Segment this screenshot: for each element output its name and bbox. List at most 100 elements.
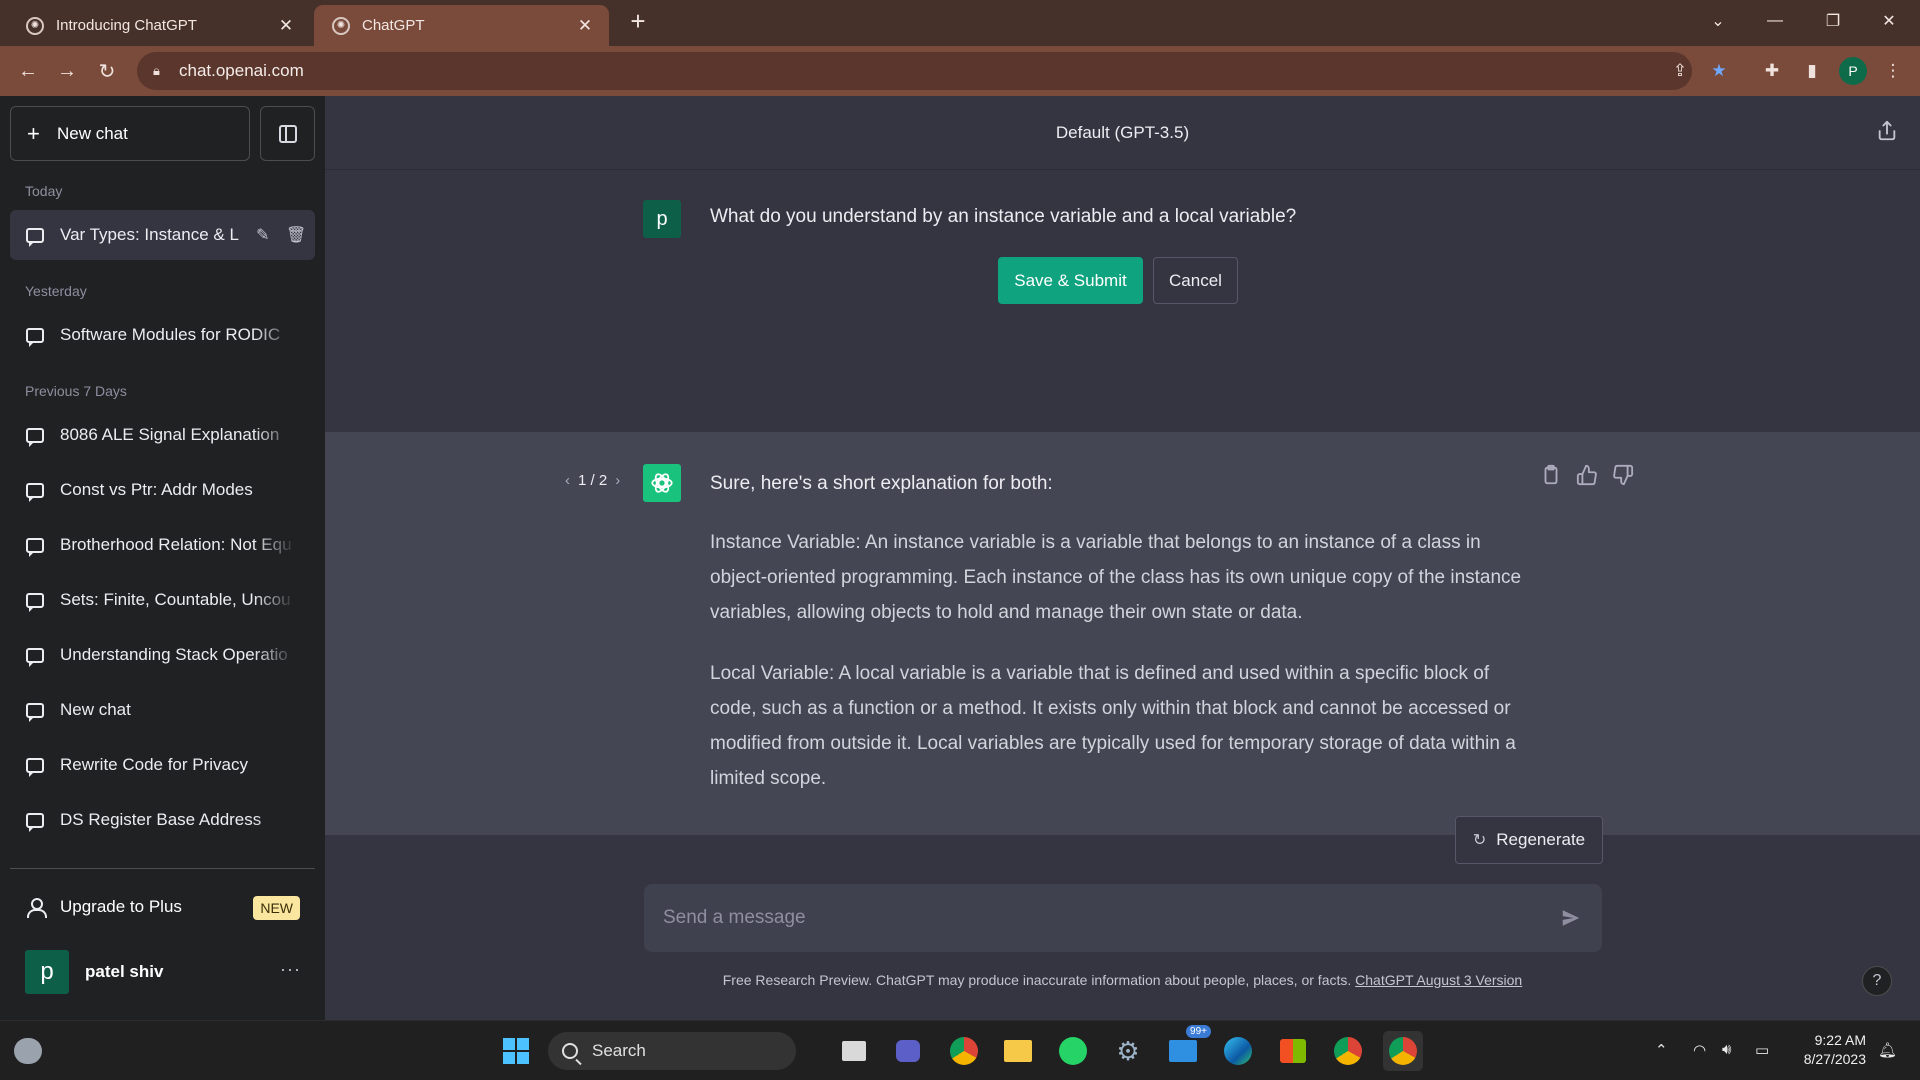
restore-icon[interactable]: ❐ <box>1810 6 1856 36</box>
chat-item[interactable]: Brotherhood Relation: Not Equ <box>10 520 315 570</box>
response-pager: ‹ 1 / 2 › <box>565 472 620 489</box>
chatgpt-logo-icon <box>643 464 681 502</box>
save-submit-button[interactable]: Save & Submit <box>998 257 1143 304</box>
forward-icon[interactable]: → <box>53 57 81 85</box>
section-label-yesterday: Yesterday <box>25 283 87 299</box>
reload-icon[interactable]: ↻ <box>93 57 121 85</box>
thumbs-down-icon[interactable] <box>1612 464 1634 486</box>
wifi-icon[interactable]: ◠ <box>1693 1041 1706 1059</box>
start-windows-icon[interactable] <box>496 1031 536 1071</box>
cancel-button[interactable]: Cancel <box>1153 257 1238 304</box>
microsoft-store-icon[interactable] <box>1273 1031 1313 1071</box>
weather-icon[interactable] <box>14 1038 42 1064</box>
answer-paragraph: Instance Variable: An instance variable … <box>710 532 1522 623</box>
close-sidebar-button[interactable] <box>260 106 315 161</box>
chrome-active-icon[interactable] <box>1383 1031 1423 1071</box>
chat-item-label: Understanding Stack Operatio <box>60 645 288 664</box>
teams-chat-icon[interactable] <box>888 1031 928 1071</box>
task-view-icon[interactable] <box>834 1031 874 1071</box>
tab-search-chevron-icon[interactable]: ⌄ <box>1695 6 1741 36</box>
avatar: p <box>643 200 681 238</box>
section-label-today: Today <box>25 183 63 199</box>
battery-icon[interactable]: ▭ <box>1755 1041 1769 1059</box>
new-tab-icon[interactable]: + <box>624 8 652 36</box>
chat-item[interactable]: DS Register Base Address <box>10 795 315 845</box>
new-chat-label: New chat <box>57 123 128 143</box>
chat-item[interactable]: 8086 ALE Signal Explanation <box>10 410 315 460</box>
share-page-icon[interactable]: ⇪ <box>1665 52 1695 90</box>
message-input[interactable] <box>663 907 1543 929</box>
upgrade-to-plus-button[interactable]: Upgrade to Plus NEW <box>10 882 315 932</box>
search-icon <box>562 1043 578 1059</box>
clock-time: 9:22 AM <box>1814 1032 1866 1048</box>
minimize-icon[interactable]: — <box>1752 6 1798 36</box>
new-badge: NEW <box>253 896 300 920</box>
user-icon <box>26 898 47 918</box>
message-actions <box>1540 464 1634 486</box>
new-chat-button[interactable]: + New chat <box>10 106 250 161</box>
user-menu-button[interactable]: p patel shiv ··· <box>10 944 315 1000</box>
trash-icon[interactable]: 🗑︎ <box>286 225 306 245</box>
regenerate-button[interactable]: ↻ Regenerate <box>1455 816 1603 864</box>
more-options-icon[interactable]: ··· <box>280 959 301 980</box>
answer-paragraph: Local Variable: A local variable is a va… <box>710 663 1516 789</box>
avatar: p <box>25 950 69 994</box>
plus-icon: + <box>27 120 40 146</box>
chevron-right-icon[interactable]: › <box>615 472 620 489</box>
address-bar[interactable]: 🔒︎ chat.openai.com ⇪ ★ <box>137 52 1727 90</box>
user-message-text[interactable]: What do you understand by an instance va… <box>710 206 1296 228</box>
chat-item[interactable]: Sets: Finite, Countable, Uncou <box>10 575 315 625</box>
chrome-icon[interactable] <box>944 1031 984 1071</box>
chat-item-label: Sets: Finite, Countable, Uncou <box>60 590 291 609</box>
version-link[interactable]: ChatGPT August 3 Version <box>1355 972 1522 988</box>
extensions-icon[interactable]: ✚ <box>1758 57 1786 85</box>
taskbar-search[interactable]: Search <box>548 1032 796 1070</box>
file-explorer-icon[interactable] <box>998 1031 1038 1071</box>
whatsapp-icon[interactable] <box>1053 1031 1093 1071</box>
chatgpt-favicon-icon: ✺ <box>332 16 350 35</box>
mail-icon[interactable]: 99+ <box>1163 1025 1211 1071</box>
chat-item-selected[interactable]: Var Types: Instance & L ✎ 🗑︎ <box>10 210 315 260</box>
back-icon[interactable]: ← <box>14 57 42 85</box>
browser-menu-icon[interactable]: ⋮ <box>1879 57 1907 85</box>
notification-bell-icon[interactable]: 🔔︎ <box>1878 1041 1897 1059</box>
chrome-profile-icon[interactable] <box>1328 1031 1368 1071</box>
browser-toolbar: ← → ↻ 🔒︎ chat.openai.com ⇪ ★ ✚ ▮ P ⋮ <box>0 46 1920 96</box>
chat-item[interactable]: Software Modules for RODIC <box>10 310 315 360</box>
copy-clipboard-icon[interactable] <box>1540 464 1562 486</box>
chat-bubble-icon <box>26 647 44 667</box>
tab-close-icon[interactable]: ✕ <box>276 16 296 36</box>
side-panel-icon[interactable]: ▮ <box>1798 57 1826 85</box>
edge-icon[interactable] <box>1218 1031 1258 1071</box>
browser-tab-strip: ✺ Introducing ChatGPT ✕ ✺ ChatGPT ✕ + ⌄ … <box>0 0 1920 46</box>
chevron-left-icon[interactable]: ‹ <box>565 472 570 489</box>
tab-introducing-chatgpt[interactable]: ✺ Introducing ChatGPT ✕ <box>8 5 310 46</box>
window-close-icon[interactable]: ✕ <box>1866 6 1912 36</box>
chat-item-label: DS Register Base Address <box>60 810 262 829</box>
sidebar: + New chat Today Var Types: Instance & L… <box>0 96 325 1020</box>
lock-icon: 🔒︎ <box>153 63 160 78</box>
send-icon[interactable] <box>1560 907 1582 929</box>
browser-profile-avatar[interactable]: P <box>1839 57 1867 85</box>
bookmark-star-icon[interactable]: ★ <box>1704 52 1734 90</box>
edit-pencil-icon[interactable]: ✎ <box>256 225 269 245</box>
tab-chatgpt[interactable]: ✺ ChatGPT ✕ <box>314 5 609 46</box>
chat-bubble-icon <box>26 702 44 722</box>
chat-bubble-icon <box>26 757 44 777</box>
system-clock[interactable]: 9:22 AM 8/27/2023 <box>1804 1031 1866 1069</box>
chat-item[interactable]: Const vs Ptr: Addr Modes <box>10 465 315 515</box>
thumbs-up-icon[interactable] <box>1576 464 1598 486</box>
share-icon[interactable] <box>1876 120 1898 142</box>
chat-item-label: 8086 ALE Signal Explanation <box>60 425 280 444</box>
chat-item[interactable]: Understanding Stack Operatio <box>10 630 315 680</box>
chat-item[interactable]: New chat <box>10 685 315 735</box>
settings-gear-icon[interactable]: ⚙ <box>1108 1031 1148 1071</box>
tab-close-icon[interactable]: ✕ <box>575 16 595 36</box>
chat-item[interactable]: Rewrite Code for Privacy <box>10 740 315 790</box>
windows-taskbar: Search ⚙ 99+ ⌃ ◠ 🔊︎ ▭ 9:22 AM 8/27/2023 … <box>0 1020 1920 1080</box>
volume-icon[interactable]: 🔊︎ <box>1722 1041 1731 1058</box>
help-button[interactable]: ? <box>1862 966 1892 996</box>
clock-date: 8/27/2023 <box>1803 1051 1866 1067</box>
sidebar-toggle-icon <box>278 124 297 143</box>
chevron-up-icon[interactable]: ⌃ <box>1655 1041 1668 1059</box>
